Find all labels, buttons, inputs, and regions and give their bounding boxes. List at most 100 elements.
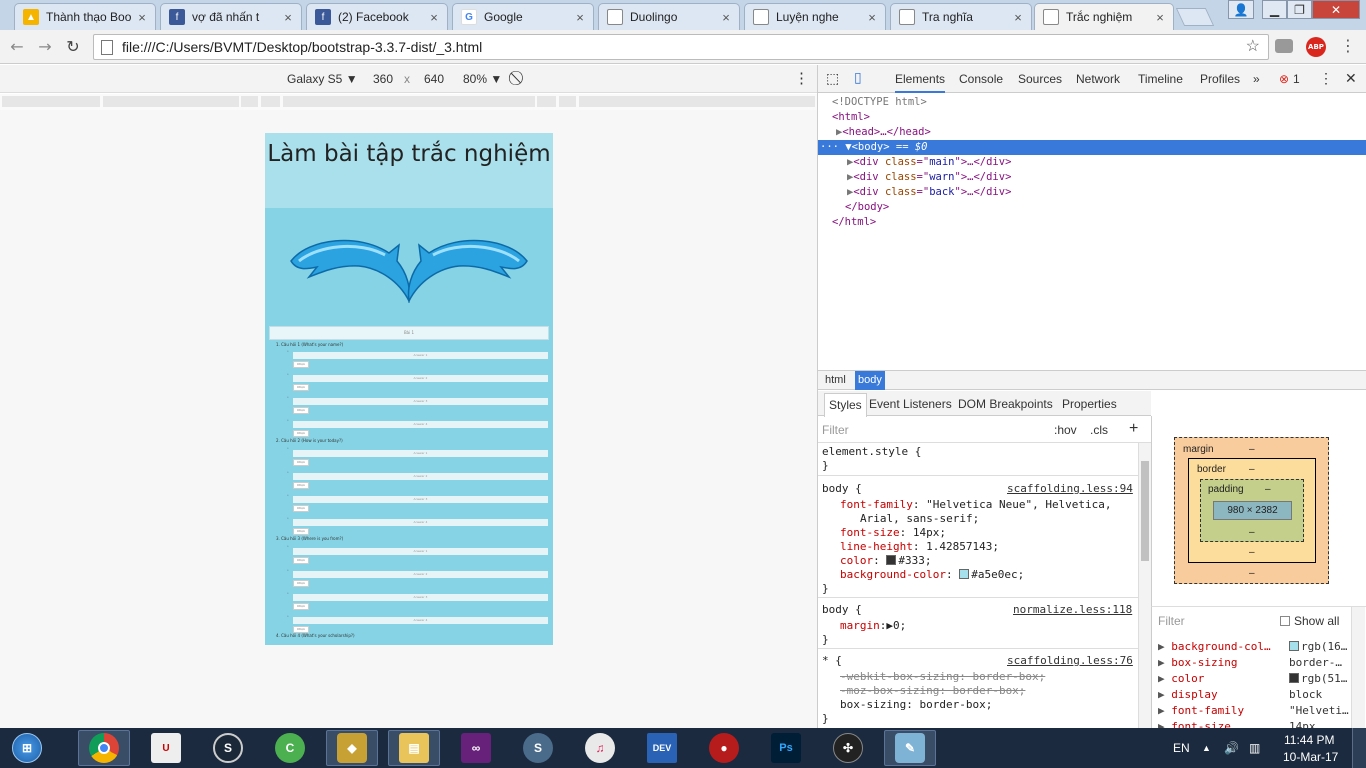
close-icon[interactable]: × <box>865 10 879 25</box>
ruler-segment[interactable] <box>559 96 576 107</box>
hov-toggle[interactable]: :hov <box>1054 423 1077 437</box>
ruler-segment[interactable] <box>283 96 535 107</box>
new-tab-button[interactable] <box>1175 8 1215 26</box>
maximize-icon[interactable]: ❐ <box>1287 0 1312 19</box>
tab-trac-nghiem[interactable]: Trắc nghiệm × <box>1034 3 1174 30</box>
taskbar-photoshop[interactable]: Ps <box>760 730 812 766</box>
style-prop[interactable]: background-color: #a5e0ec; <box>840 568 1024 582</box>
cast-extension-icon[interactable] <box>1275 39 1293 53</box>
window-close-icon[interactable]: ✕ <box>1312 0 1360 19</box>
choose-button[interactable]: Chọn <box>293 557 309 564</box>
answer-option[interactable]: Answer 4 <box>293 421 548 428</box>
choose-button[interactable]: Chọn <box>293 384 309 391</box>
styles-filter-input[interactable]: Filter <box>822 423 849 437</box>
close-icon[interactable]: × <box>1011 10 1025 25</box>
computed-row[interactable]: ▶ background-col… <box>1158 639 1271 655</box>
page-info-icon[interactable] <box>101 40 113 55</box>
volume-icon[interactable]: 🔊 <box>1224 728 1239 768</box>
tab-tra-nghia[interactable]: Tra nghĩa × <box>890 3 1032 30</box>
style-prop[interactable]: margin:▶0; <box>840 619 906 633</box>
rule1-source-link[interactable]: scaffolding.less:94 <box>1007 482 1133 496</box>
computed-scrollbar[interactable] <box>1351 607 1365 729</box>
close-icon[interactable]: × <box>719 10 733 25</box>
minimize-icon[interactable]: ▁ <box>1262 0 1287 19</box>
tab-dom-breakpoints[interactable]: DOM Breakpoints <box>958 397 1053 411</box>
computed-row[interactable]: ▶ font-family <box>1158 703 1244 719</box>
box-content[interactable]: 980 × 2382 <box>1213 501 1292 520</box>
answer-option[interactable]: Answer 2 <box>293 375 548 382</box>
tab-network[interactable]: Network <box>1076 72 1120 86</box>
taskbar-corel[interactable]: C <box>264 730 316 766</box>
language-indicator[interactable]: EN <box>1173 728 1190 768</box>
ruler-segment[interactable] <box>241 96 258 107</box>
rule2-selector[interactable]: body { <box>822 603 862 617</box>
taskbar-steam[interactable]: S <box>202 730 254 766</box>
taskbar-visual-studio[interactable]: ∞ <box>450 730 502 766</box>
style-prop[interactable]: line-height: 1.42857143; <box>840 540 999 554</box>
forward-icon[interactable]: → <box>36 38 54 56</box>
tab-profiles[interactable]: Profiles <box>1200 72 1240 86</box>
rule2-source-link[interactable]: normalize.less:118 <box>1013 603 1132 617</box>
tab-styles[interactable]: Styles <box>824 393 867 417</box>
dom-div-row[interactable]: ▶<div class="back">…</div> <box>847 185 1011 200</box>
dom-div-row[interactable]: ▶<div class="warn">…</div> <box>847 170 1011 185</box>
network-icon[interactable]: ▥ <box>1249 728 1260 768</box>
tab-sources[interactable]: Sources <box>1018 72 1062 86</box>
style-prop[interactable]: box-sizing: border-box; <box>840 698 992 712</box>
tab-facebook[interactable]: f (2) Facebook × <box>306 3 448 30</box>
choose-button[interactable]: Chọn <box>293 361 309 368</box>
computed-row[interactable]: ▶ display <box>1158 687 1218 703</box>
choose-button[interactable]: Chọn <box>293 482 309 489</box>
answer-option[interactable]: Answer 2 <box>293 571 548 578</box>
computed-filter-input[interactable]: Filter <box>1158 613 1185 629</box>
answer-option[interactable]: Answer 1 <box>293 450 548 457</box>
taskbar-aperture[interactable]: ✣ <box>822 730 874 766</box>
taskbar-bandit[interactable]: ● <box>698 730 750 766</box>
close-icon[interactable]: × <box>281 10 295 25</box>
answer-option[interactable]: Answer 1 <box>293 352 548 359</box>
dom-head-row[interactable]: ▶<head>…</head> <box>836 125 931 140</box>
styles-scrollbar[interactable] <box>1138 443 1151 728</box>
dom-body-row[interactable]: ··· ▼<body> == $0 <box>818 140 1366 155</box>
device-select[interactable]: Galaxy S5 ▼ <box>287 72 358 86</box>
computed-row[interactable]: ▶ color <box>1158 671 1204 687</box>
style-prop[interactable]: font-family: "Helvetica Neue", Helvetica… <box>840 498 1112 512</box>
taskbar-explorer[interactable]: ▤ <box>388 730 440 766</box>
cls-toggle[interactable]: .cls <box>1090 423 1108 437</box>
add-rule-icon[interactable]: + <box>1129 420 1138 438</box>
style-prop[interactable]: font-size: 14px; <box>840 526 946 540</box>
taskbar-unikey[interactable]: U <box>140 730 192 766</box>
answer-option[interactable]: Answer 3 <box>293 496 548 503</box>
scrollbar-thumb[interactable] <box>1141 461 1149 561</box>
crumb-body[interactable]: body <box>855 371 885 390</box>
url-bar[interactable]: file:///C:/Users/BVMT/Desktop/bootstrap-… <box>93 34 1269 60</box>
choose-button[interactable]: Chọn <box>293 528 309 535</box>
dom-body-close[interactable]: </body> <box>845 200 889 215</box>
rule3-source-link[interactable]: scaffolding.less:76 <box>1007 654 1133 668</box>
clock-time[interactable]: 11:44 PM <box>1284 733 1334 747</box>
rule1-selector[interactable]: body { <box>822 482 862 496</box>
ruler-segment[interactable] <box>103 96 239 107</box>
tab-timeline[interactable]: Timeline <box>1138 72 1183 86</box>
answer-option[interactable]: Answer 1 <box>293 548 548 555</box>
dom-doctype[interactable]: <!DOCTYPE html> <box>832 95 927 110</box>
ruler-segment[interactable] <box>2 96 100 107</box>
style-prop[interactable]: color: #333; <box>840 554 932 568</box>
inspect-icon[interactable]: ⬚ <box>826 70 839 87</box>
answer-option[interactable]: Answer 3 <box>293 398 548 405</box>
device-menu-icon[interactable]: ⋮ <box>794 69 809 87</box>
devtools-close-icon[interactable]: ✕ <box>1345 70 1357 87</box>
zoom-select[interactable]: 80% ▼ <box>463 72 502 86</box>
close-icon[interactable]: × <box>1153 10 1167 25</box>
width-input[interactable]: 360 <box>373 72 393 86</box>
device-mode-icon[interactable]: ▯ <box>854 69 862 86</box>
clock-date[interactable]: 10-Mar-17 <box>1283 750 1338 764</box>
tab-properties[interactable]: Properties <box>1062 397 1117 411</box>
tab-duolingo[interactable]: Duolingo × <box>598 3 740 30</box>
tray-overflow-icon[interactable]: ▲ <box>1202 728 1211 768</box>
answer-option[interactable]: Answer 2 <box>293 473 548 480</box>
choose-button[interactable]: Chọn <box>293 407 309 414</box>
ruler-segment[interactable] <box>537 96 556 107</box>
taskbar-paint[interactable]: ✎ <box>884 730 936 766</box>
style-prop-overridden[interactable]: -moz-box-sizing: border-box; <box>840 684 1025 698</box>
